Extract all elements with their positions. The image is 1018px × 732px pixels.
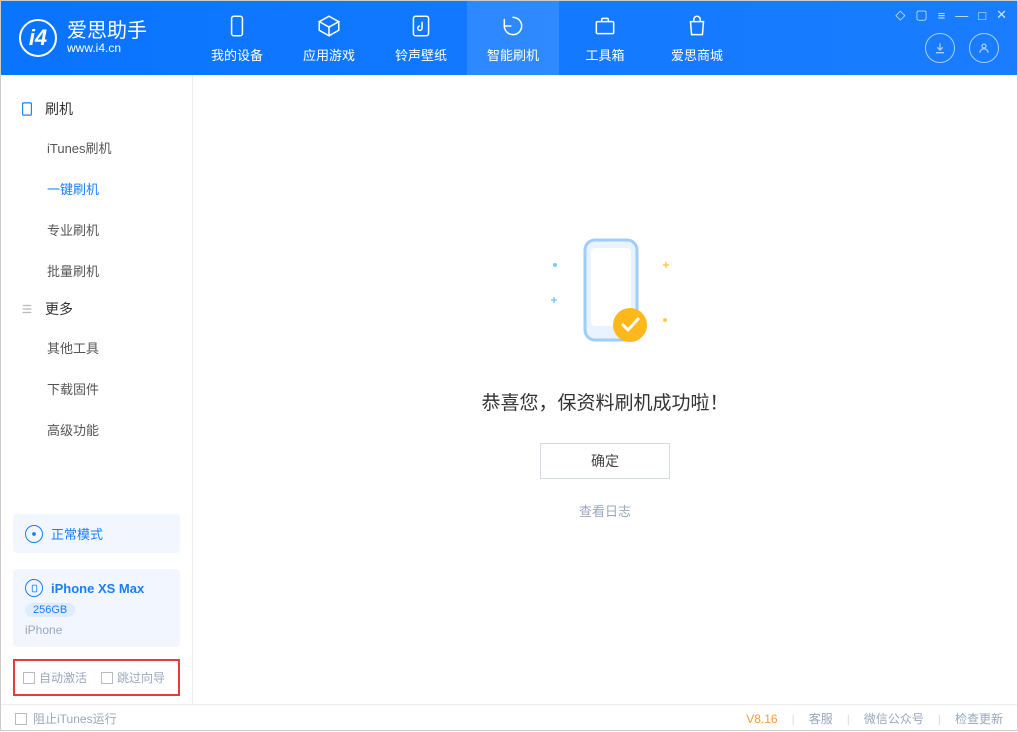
sidebar-item-onekey[interactable]: 一键刷机 [1,168,192,209]
tab-toolbox[interactable]: 工具箱 [559,1,651,75]
sidebar: 刷机 iTunes刷机 一键刷机 专业刷机 批量刷机 更多 其他工具 下载固件 … [1,75,193,704]
device-name: iPhone XS Max [51,581,144,596]
view-log-link[interactable]: 查看日志 [579,501,631,520]
checkbox-skip-guide[interactable]: 跳过向导 [101,669,165,686]
tab-ringtone[interactable]: 铃声壁纸 [375,1,467,75]
device-mode-box[interactable]: 正常模式 [13,514,180,553]
tab-apps[interactable]: 应用游戏 [283,1,375,75]
cube-icon [316,13,342,39]
close-icon[interactable]: ✕ [996,7,1007,23]
main-content: 恭喜您，保资料刷机成功啦！ 确定 查看日志 [193,75,1017,704]
device-icon [19,101,35,117]
device-type: iPhone [25,623,168,637]
flash-options-highlight: 自动激活 跳过向导 [13,659,180,696]
sidebar-item-itunes[interactable]: iTunes刷机 [1,127,192,168]
tab-my-device[interactable]: 我的设备 [191,1,283,75]
sidebar-item-other[interactable]: 其他工具 [1,327,192,368]
sidebar-group-more: 更多 [1,291,192,327]
status-bar: 阻止iTunes运行 V8.16 | 客服 | 微信公众号 | 检查更新 [1,704,1017,732]
phone-icon [224,13,250,39]
sidebar-group-flash: 刷机 [1,91,192,127]
minimize-icon[interactable]: — [955,8,968,23]
download-icon[interactable] [925,33,955,63]
user-icon[interactable] [969,33,999,63]
sidebar-item-pro[interactable]: 专业刷机 [1,209,192,250]
top-tabs: 我的设备 应用游戏 铃声壁纸 智能刷机 工具箱 爱思商城 [191,1,743,75]
maximize-icon[interactable]: □ [978,8,986,23]
sidebar-item-batch[interactable]: 批量刷机 [1,250,192,291]
checkbox-auto-activate[interactable]: 自动激活 [23,669,87,686]
mode-label: 正常模式 [51,524,103,543]
tab-store[interactable]: 爱思商城 [651,1,743,75]
flash-result: 恭喜您，保资料刷机成功啦！ 确定 查看日志 [481,220,728,520]
success-illustration-icon [515,220,695,370]
music-file-icon [408,13,434,39]
shopping-bag-icon [684,13,710,39]
sidebar-item-firmware[interactable]: 下载固件 [1,368,192,409]
check-update-link[interactable]: 检查更新 [955,710,1003,727]
wechat-link[interactable]: 微信公众号 [864,710,924,727]
mode-icon [25,525,43,543]
list-icon [19,301,35,317]
logo-icon: i4 [19,19,57,57]
app-header: i4 爱思助手 www.i4.cn 我的设备 应用游戏 铃声壁纸 智能刷机 工具… [1,1,1017,75]
sidebar-item-advanced[interactable]: 高级功能 [1,409,192,450]
ok-button[interactable]: 确定 [540,443,670,479]
logo[interactable]: i4 爱思助手 www.i4.cn [1,19,191,57]
window-controls: ◇ ▢ ≡ — □ ✕ [895,7,1007,23]
support-link[interactable]: 客服 [809,710,833,727]
checkbox-block-itunes[interactable]: 阻止iTunes运行 [15,710,117,727]
device-small-icon [25,579,43,597]
feedback-icon[interactable]: ▢ [915,7,927,23]
logo-text: 爱思助手 www.i4.cn [67,21,147,55]
result-message: 恭喜您，保资料刷机成功啦！ [481,388,728,415]
briefcase-icon [592,13,618,39]
version-label: V8.16 [746,712,777,726]
tab-smart-flash[interactable]: 智能刷机 [467,1,559,75]
header-user-icons [925,33,999,63]
app-body: 刷机 iTunes刷机 一键刷机 专业刷机 批量刷机 更多 其他工具 下载固件 … [1,75,1017,704]
shirt-icon[interactable]: ◇ [895,7,905,23]
menu-icon[interactable]: ≡ [938,8,946,23]
refresh-shield-icon [500,13,526,39]
device-capacity: 256GB [25,603,75,617]
device-info-box[interactable]: iPhone XS Max 256GB iPhone [13,569,180,647]
